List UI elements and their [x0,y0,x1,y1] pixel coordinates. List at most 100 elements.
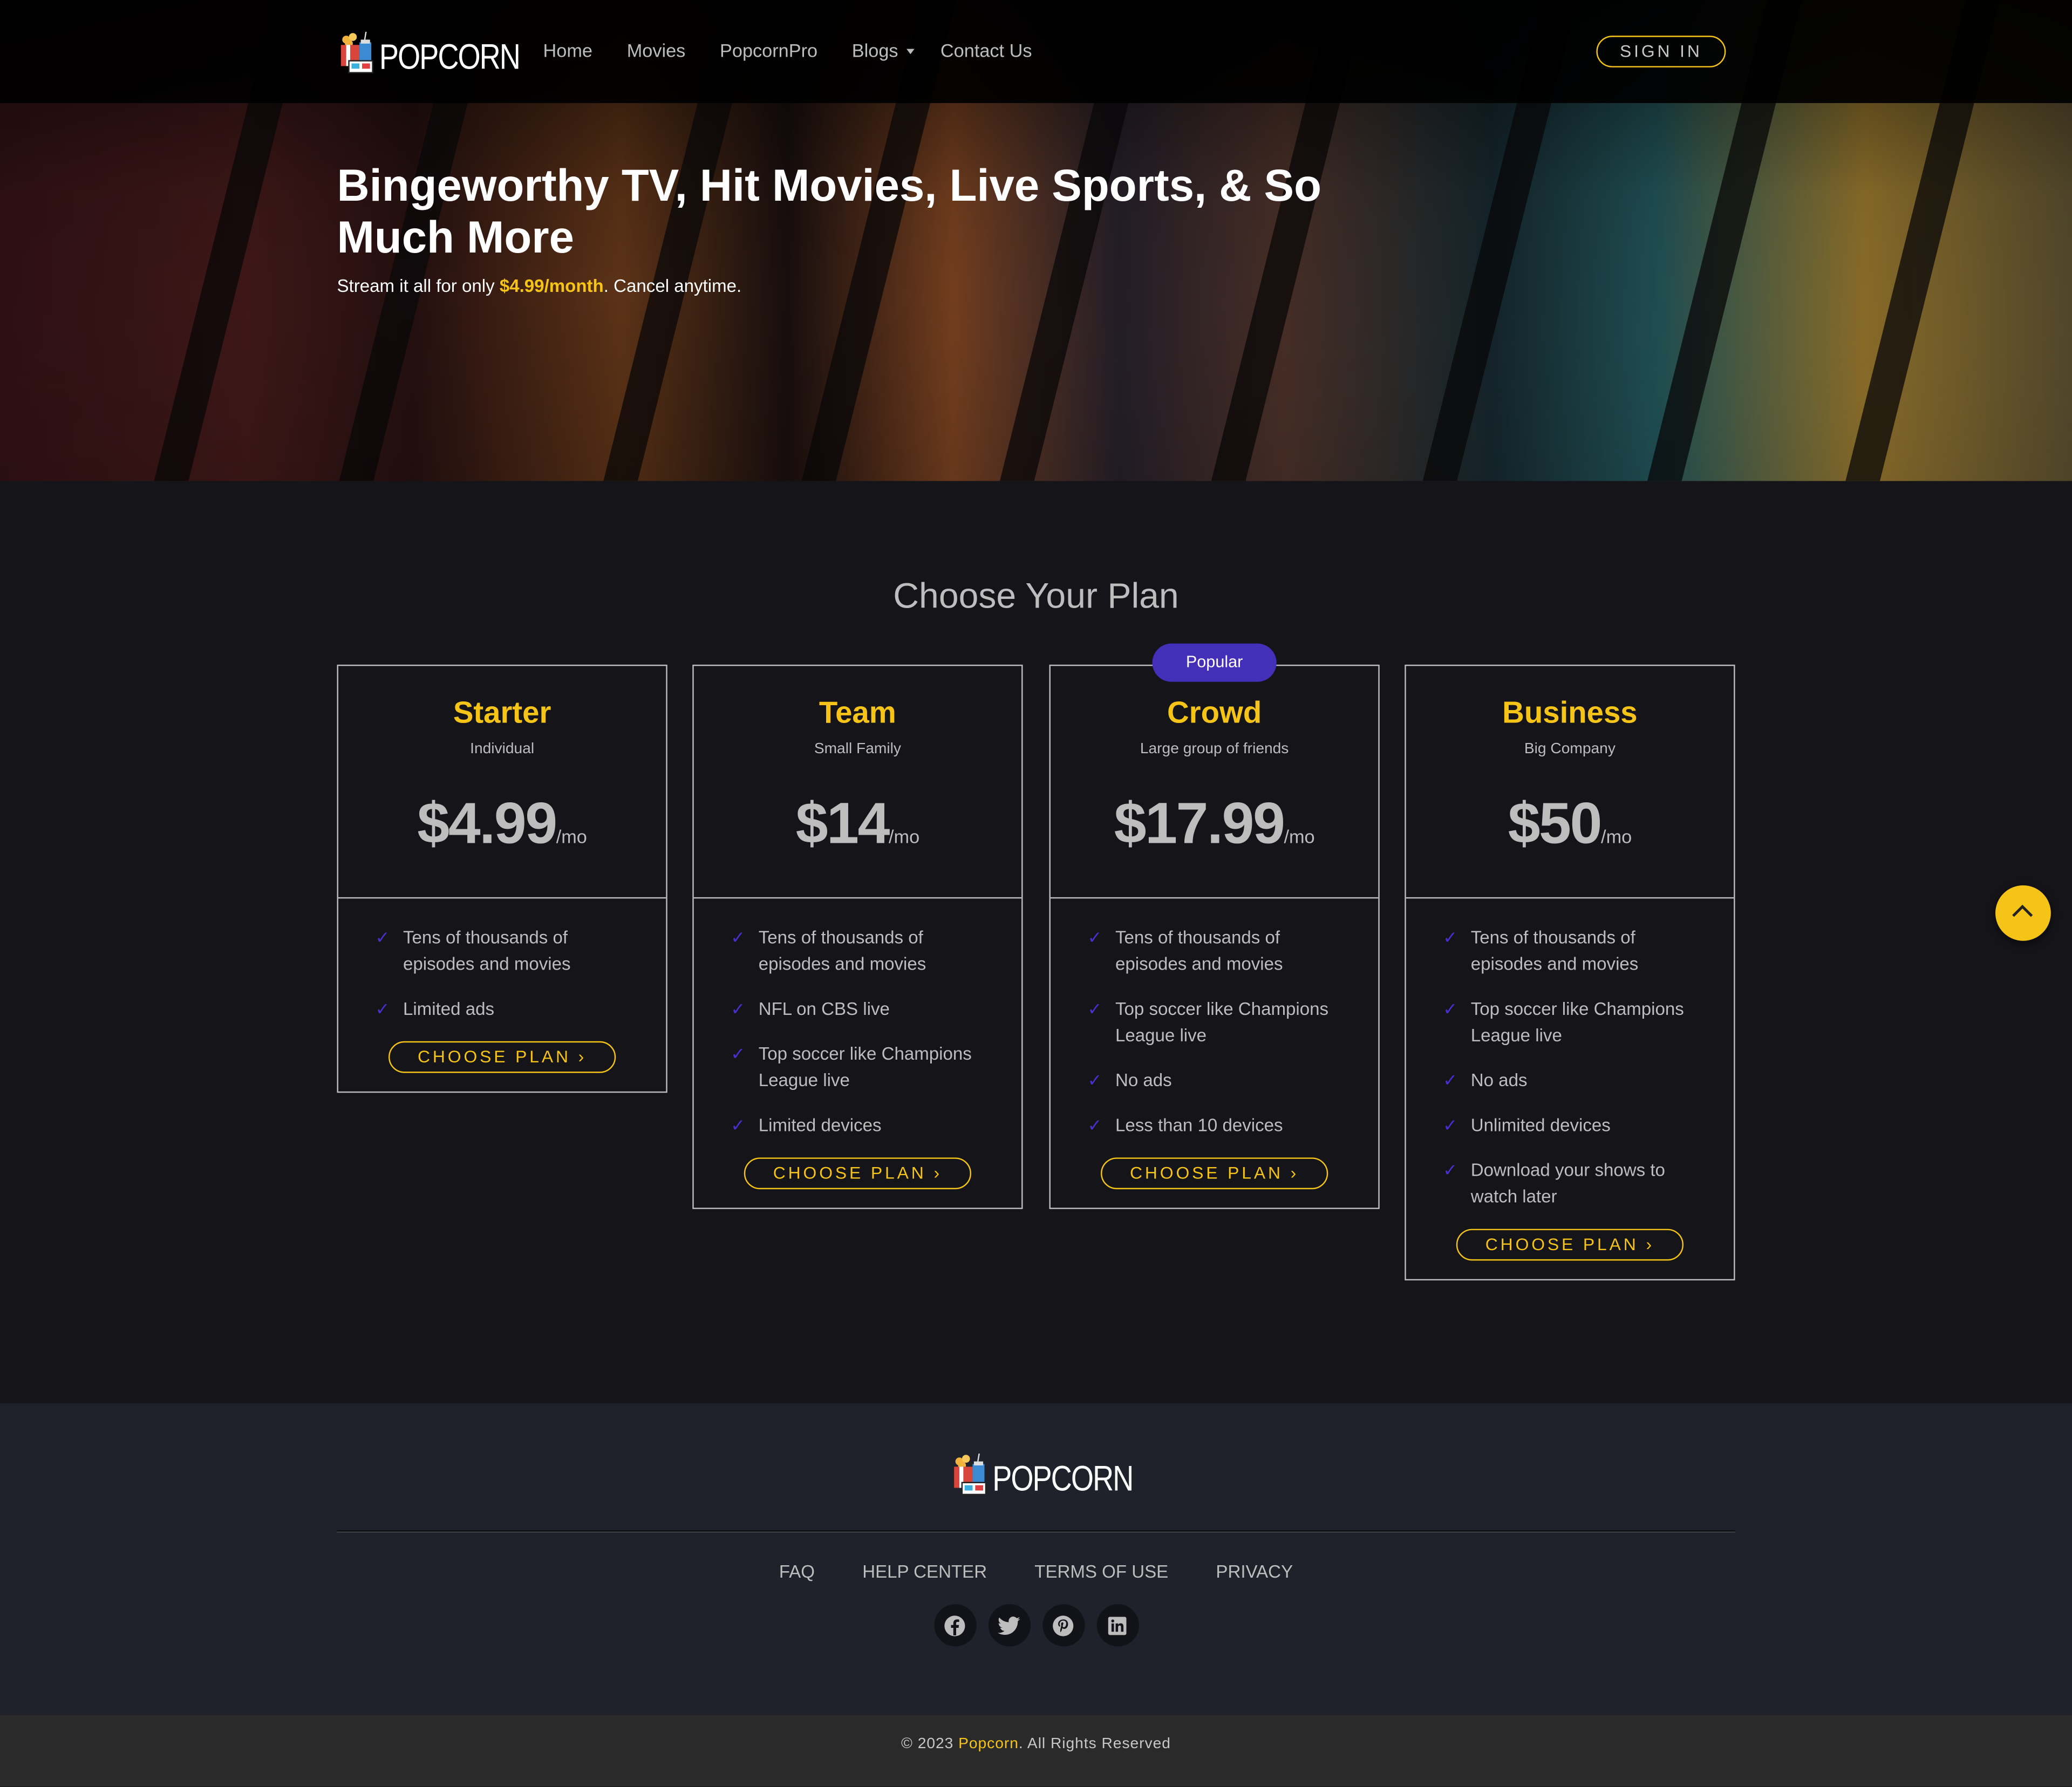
check-icon: ✓ [375,927,390,947]
plan-price: $17.99/mo [1051,792,1378,857]
footer-logo-text: POPCORN [992,1458,1134,1499]
facebook-button[interactable] [933,1604,976,1647]
hero-title: Bingeworthy TV, Hit Movies, Live Sports,… [337,161,1321,263]
copyright: © 2023 Popcorn. All Rights Reserved [0,1715,2072,1787]
plans-title: Choose Your Plan [893,576,1179,616]
plan-feature-text: Top soccer like Champions League live [1115,999,1329,1046]
nav-blogs[interactable]: Blogs [851,39,914,61]
plan-feature-text: No ads [1115,1070,1172,1090]
pinterest-button[interactable] [1042,1604,1085,1647]
plan-feature-text: Unlimited devices [1470,1115,1611,1135]
twitter-icon [997,1615,1020,1634]
footer-link-faq[interactable]: FAQ [779,1562,815,1582]
choose-plan-button[interactable]: CHOOSE PLAN › [388,1041,616,1073]
top-nav: POPCORN Home Movies PopcornPro Blogs Con… [0,0,2072,104]
twitter-button[interactable] [987,1604,1030,1647]
nav-popcornpro[interactable]: PopcornPro [720,39,817,60]
footer-divider [337,1530,1735,1533]
plan-header: Business Big Company $50/mo [1406,666,1734,899]
plan-features: ✓ Tens of thousands of episodes and movie… [1051,898,1378,1139]
logo-text: POPCORN [379,37,521,77]
hero-subtitle: Stream it all for only $4.99/month. Canc… [337,276,741,296]
plan-feature: ✓ Less than 10 devices [1088,1113,1352,1139]
plan-card-starter: Starter Individual $4.99/mo ✓ Tens of tho… [337,664,667,1093]
plan-price-amount: $4.99 [417,791,557,856]
plan-feature: ✓ Tens of thousands of episodes and movie… [1088,925,1352,978]
plan-feature-text: No ads [1470,1070,1528,1090]
chevron-right-icon: › [1646,1234,1654,1254]
check-icon: ✓ [731,927,746,947]
choose-plan-label: CHOOSE PLAN [1130,1163,1283,1183]
choose-plan-button[interactable]: CHOOSE PLAN › [1101,1157,1328,1190]
plan-header: Starter Individual $4.99/mo [338,666,666,899]
chevron-right-icon: › [578,1046,587,1067]
plan-price: $4.99/mo [338,792,666,857]
sign-in-button[interactable]: SIGN IN [1596,36,1726,67]
logo[interactable]: POPCORN [338,31,550,77]
plan-tagline: Big Company [1524,741,1616,758]
check-icon: ✓ [731,1115,746,1135]
choose-plan-label: CHOOSE PLAN [1485,1234,1639,1254]
plan-feature: ✓ Limited devices [731,1113,995,1139]
plan-price-amount: $14 [795,791,890,856]
linkedin-button[interactable] [1096,1604,1139,1647]
plan-price-period: /mo [1601,826,1632,847]
plan-feature: ✓ Top soccer like Champions League live [1088,997,1352,1049]
check-icon: ✓ [1087,999,1102,1019]
plan-feature: ✓ Tens of thousands of episodes and movie… [376,925,640,978]
caret-down-icon [906,49,914,55]
plan-card-crowd: Crowd Large group of friends $17.99/mo ✓… [1049,664,1380,1209]
plan-header: Team Small Family $14/mo [693,666,1022,899]
plan-feature-text: Tens of thousands of episodes and movies [403,927,571,974]
nav-movies[interactable]: Movies [627,39,686,60]
copyright-brand[interactable]: Popcorn [958,1736,1019,1752]
check-icon: ✓ [1443,927,1458,947]
plan-feature: ✓ Tens of thousands of episodes and movie… [1443,925,1707,978]
plan-header: Crowd Large group of friends $17.99/mo [1050,666,1379,899]
footer: POPCORN FAQ HELP CENTER TERMS OF USE PRI… [0,1403,2072,1715]
check-icon: ✓ [1087,1115,1102,1135]
footer-link-terms[interactable]: TERMS OF USE [1034,1562,1168,1582]
check-icon: ✓ [1443,1070,1458,1090]
plan-features: ✓ Tens of thousands of episodes and movie… [694,898,1021,1139]
plan-features: ✓ Tens of thousands of episodes and movie… [338,898,666,1022]
footer-logo[interactable]: POPCORN [951,1453,1163,1499]
chevron-up-icon [2012,904,2033,925]
nav-links: Home Movies PopcornPro Blogs Contact Us [543,39,1067,60]
choose-plan-button[interactable]: CHOOSE PLAN › [1456,1229,1684,1261]
check-icon: ✓ [1087,927,1102,947]
nav-home[interactable]: Home [543,39,592,60]
nav-contact[interactable]: Contact Us [940,39,1032,60]
plan-feature: ✓ Download your shows to watch later [1443,1157,1707,1210]
plan-name: Team [819,695,896,729]
copyright-suffix: . All Rights Reserved [1018,1736,1171,1752]
plan-price: $14/mo [694,792,1021,857]
chevron-right-icon: › [933,1163,942,1183]
plan-features: ✓ Tens of thousands of episodes and movie… [1406,898,1734,1210]
check-icon: ✓ [375,999,390,1019]
social-links [0,1604,2072,1647]
plan-feature-text: Top soccer like Champions League live [758,1043,972,1090]
check-icon: ✓ [1443,999,1458,1019]
footer-links: FAQ HELP CENTER TERMS OF USE PRIVACY [0,1562,2072,1582]
footer-link-privacy[interactable]: PRIVACY [1216,1562,1293,1582]
plan-feature-text: Tens of thousands of episodes and movies [1115,927,1283,974]
plan-feature: ✓ No ads [1088,1068,1352,1094]
choose-plan-label: CHOOSE PLAN [417,1046,571,1067]
plan-feature: ✓ Top soccer like Champions League live [731,1041,995,1094]
popcorn-icon [340,31,373,73]
plan-name: Starter [453,695,551,729]
plan-tagline: Individual [470,741,535,758]
pinterest-icon [1053,1615,1074,1636]
plan-feature-text: NFL on CBS live [758,999,890,1019]
footer-link-help-center[interactable]: HELP CENTER [862,1562,987,1582]
plan-feature-text: Tens of thousands of episodes and movies [758,927,926,974]
chevron-right-icon: › [1290,1163,1299,1183]
choose-plan-button[interactable]: CHOOSE PLAN › [744,1157,972,1190]
linkedin-icon [1108,1616,1127,1635]
plan-feature-text: Tens of thousands of episodes and movies [1470,927,1639,974]
nav-blogs-label: Blogs [851,39,898,61]
plan-price-period: /mo [556,826,587,847]
scroll-to-top-button[interactable] [1995,885,2051,941]
plan-tagline: Small Family [814,741,901,758]
